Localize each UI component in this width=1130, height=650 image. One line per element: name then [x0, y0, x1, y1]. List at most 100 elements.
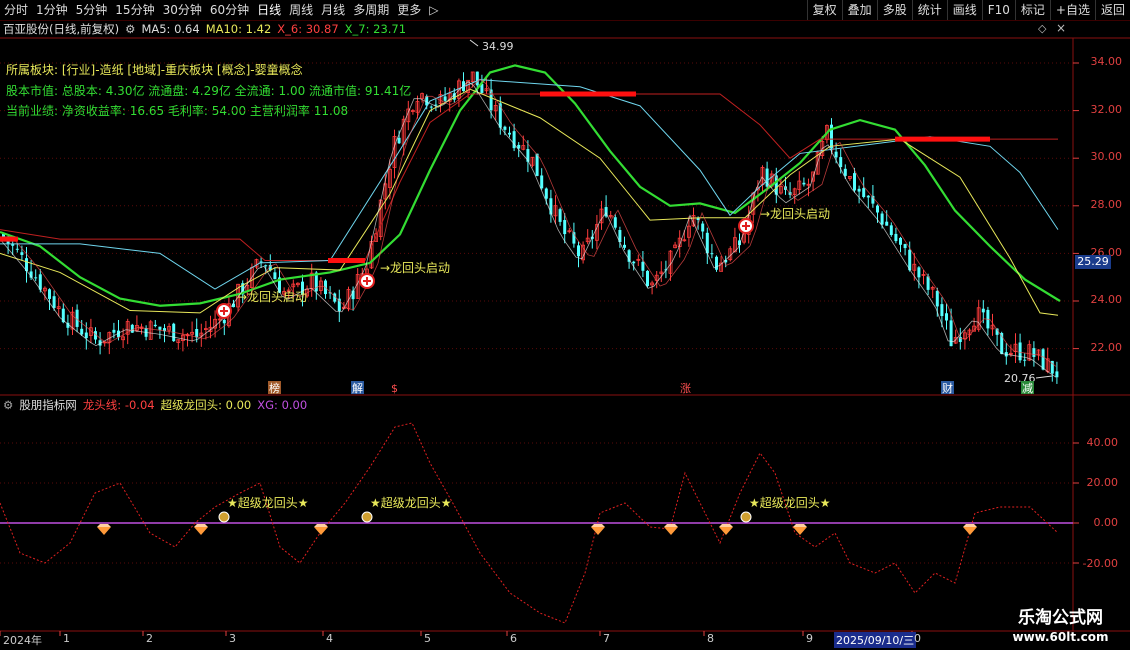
tab-15min[interactable]: 15分钟 — [111, 0, 158, 20]
candle-body — [636, 258, 641, 261]
candle-body — [751, 192, 756, 215]
candle-body — [190, 331, 195, 335]
candle-body — [673, 244, 677, 249]
tab-more[interactable]: 更多 — [393, 0, 425, 20]
candle-body — [820, 141, 825, 156]
diamond-marker-icon — [194, 524, 208, 527]
candle-body — [581, 244, 585, 261]
candle-body — [117, 330, 120, 338]
add-favorite-button[interactable]: +自选 — [1049, 0, 1095, 20]
candle-body — [857, 188, 861, 192]
candle-body — [917, 267, 921, 278]
candle-body — [112, 329, 116, 333]
tab-daily[interactable]: 日线 — [253, 0, 285, 20]
adjust-button[interactable]: 复权 — [806, 0, 842, 20]
candle-body — [301, 281, 304, 295]
candle-body — [769, 173, 774, 187]
candle-body — [447, 92, 452, 102]
super-dragon-signal-label: ★超级龙回头★ — [749, 495, 831, 510]
candle-body — [834, 151, 838, 158]
candle-body — [880, 213, 884, 225]
candle-body — [397, 137, 401, 144]
candle-body — [691, 215, 696, 227]
diamond-marker-icon — [793, 524, 807, 527]
candle-body — [1004, 352, 1008, 357]
back-button[interactable]: 返回 — [1094, 0, 1130, 20]
candle-body — [544, 188, 548, 199]
candle-body — [567, 230, 572, 233]
overlay-button[interactable]: 叠加 — [841, 0, 877, 20]
candle-body — [1041, 349, 1045, 370]
diamond-icon[interactable]: ◇ — [1038, 22, 1046, 35]
candle-body — [535, 153, 539, 176]
watermark-title: 乐淘公式网 — [1018, 608, 1103, 628]
draw-line-button[interactable]: 画线 — [946, 0, 982, 20]
super-dragon-signal-label: ★超级龙回头★ — [370, 495, 452, 510]
tab-30min[interactable]: 30分钟 — [159, 0, 206, 20]
sector-info: 所属板块: [行业]-造纸 [地域]-重庆板块 [概念]-婴童概念 — [6, 63, 303, 77]
event-badge-label: $ — [391, 382, 398, 395]
multi-stock-button[interactable]: 多股 — [876, 0, 912, 20]
candle-body — [853, 173, 856, 191]
diamond-marker-icon — [314, 527, 328, 535]
tab-weekly[interactable]: 周线 — [285, 0, 317, 20]
diamond-marker-icon — [591, 527, 605, 535]
buy-signal-icon — [359, 273, 375, 289]
candle-body — [830, 124, 833, 149]
period-toolbar: 分时 1分钟 5分钟 15分钟 30分钟 60分钟 日线 周线 月线 多周期 更… — [0, 0, 1130, 21]
candle-body — [1045, 358, 1050, 372]
statistics-button[interactable]: 统计 — [911, 0, 947, 20]
candle-body — [199, 332, 204, 337]
close-icon[interactable]: × — [1056, 21, 1066, 35]
candle-body — [976, 307, 981, 330]
candle-body — [641, 261, 645, 271]
candle-body — [470, 71, 475, 83]
candle-body — [383, 183, 388, 200]
settings-gear-icon[interactable]: ⚙ — [3, 398, 13, 412]
candle-body — [94, 331, 97, 340]
candle-body — [558, 209, 562, 222]
chevron-right-icon[interactable]: ▷ — [425, 0, 442, 20]
candle-body — [176, 339, 181, 343]
indicator-header: ⚙ 股朋指标网 龙头线: -0.04 超级龙回头: 0.00 XG: 0.00 — [0, 398, 313, 412]
candle-body — [102, 341, 107, 344]
candle-body — [733, 237, 737, 253]
candle-body — [930, 287, 935, 290]
candle-body — [163, 328, 166, 332]
super-dragon-value: 超级龙回头: 0.00 — [160, 398, 252, 412]
candle-body — [314, 272, 318, 292]
candle-body — [646, 270, 649, 287]
candle-body — [540, 175, 544, 189]
signal-label: →龙回头启动 — [380, 261, 450, 275]
candle-body — [1055, 371, 1059, 378]
candle-body — [788, 192, 792, 195]
tab-multi-period[interactable]: 多周期 — [349, 0, 393, 20]
candle-body — [324, 280, 327, 295]
candle-body — [185, 333, 190, 337]
candle-body — [1013, 343, 1018, 352]
candle-body — [705, 232, 709, 254]
tab-monthly[interactable]: 月线 — [317, 0, 349, 20]
candle-body — [981, 308, 985, 313]
candle-body — [360, 273, 365, 278]
candle-body — [20, 252, 24, 255]
candle-body — [264, 265, 268, 267]
candle-body — [599, 208, 604, 224]
tab-60min[interactable]: 60分钟 — [206, 0, 253, 20]
tab-5min[interactable]: 5分钟 — [72, 0, 112, 20]
candle-body — [1032, 348, 1036, 357]
buy-signal-icon — [216, 303, 232, 319]
candle-body — [664, 269, 668, 271]
candle-body — [604, 207, 608, 217]
f10-button[interactable]: F10 — [981, 0, 1015, 20]
tab-timeshare[interactable]: 分时 — [0, 0, 32, 20]
settings-gear-icon[interactable]: ⚙ — [125, 22, 135, 36]
tab-1min[interactable]: 1分钟 — [32, 0, 72, 20]
event-badge-label: 财 — [942, 381, 953, 395]
candle-body — [738, 240, 741, 246]
mark-button[interactable]: 标记 — [1014, 0, 1050, 20]
candle-body — [1018, 342, 1022, 361]
candle-body — [595, 224, 599, 241]
candle-body — [66, 322, 70, 328]
candle-body — [618, 230, 622, 243]
